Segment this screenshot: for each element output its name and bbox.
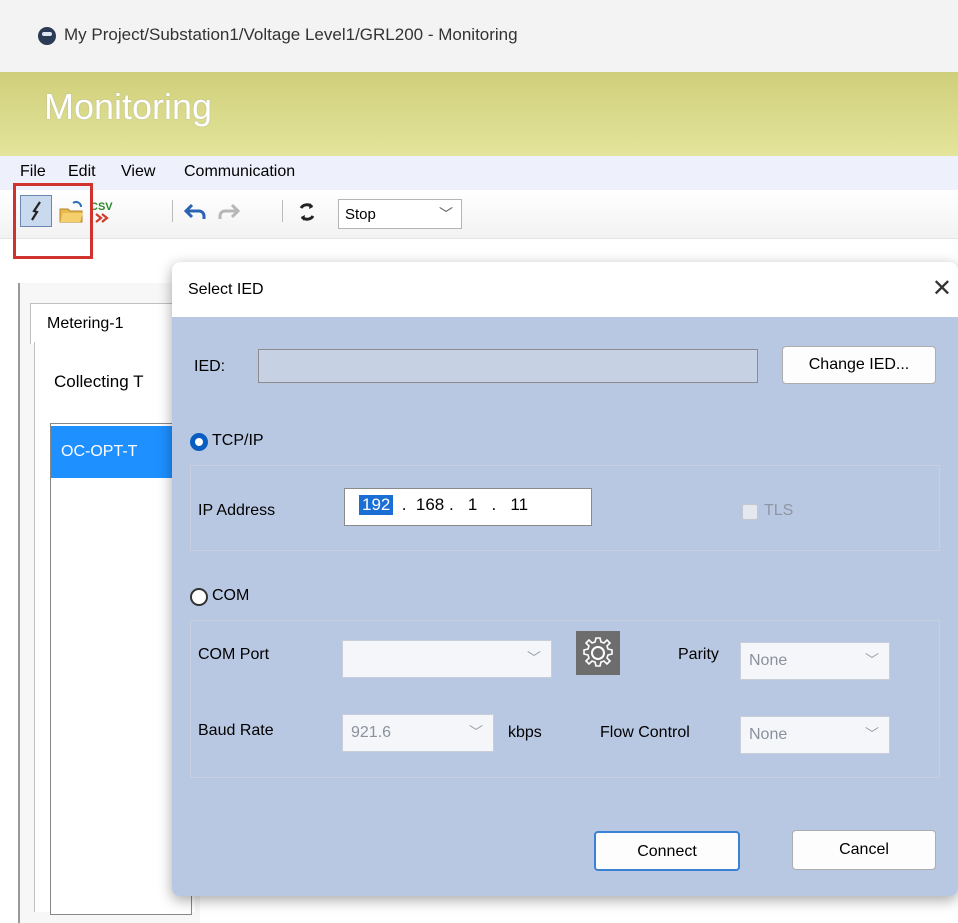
com-label: COM <box>212 587 250 604</box>
ip-octet-1: 192 <box>359 495 394 515</box>
close-icon[interactable]: ✕ <box>932 274 952 303</box>
mode-select-value: Stop <box>345 206 376 223</box>
list-item-label: OC-OPT-T <box>61 443 138 460</box>
mode-select[interactable]: Stop ﹀ <box>338 199 462 229</box>
tab-metering-1[interactable]: Metering-1 <box>30 303 192 344</box>
parity-value: None <box>749 652 788 669</box>
dialog-titlebar: Select IED ✕ <box>172 262 958 317</box>
tls-checkbox[interactable] <box>742 504 758 520</box>
parity-select[interactable]: None ﹀ <box>740 642 890 680</box>
com-radio[interactable] <box>190 588 208 606</box>
highlight-box <box>13 183 93 259</box>
svg-text:CSV: CSV <box>90 201 113 213</box>
menu-bar: File Edit View Communication <box>0 156 958 190</box>
baud-rate-select[interactable]: 921.6 ﹀ <box>342 714 494 752</box>
gear-icon[interactable] <box>576 631 620 675</box>
chevron-down-icon: ﹀ <box>865 652 879 668</box>
monitoring-banner: Monitoring <box>0 72 958 156</box>
refresh-icon[interactable] <box>294 198 320 226</box>
app-icon <box>38 27 56 45</box>
ip-address-label: IP Address <box>198 502 276 519</box>
toolbar: CSV <box>0 190 958 239</box>
chevron-down-icon: ﹀ <box>439 206 453 222</box>
menu-edit[interactable]: Edit <box>68 163 96 181</box>
dialog-title: Select IED <box>188 281 264 298</box>
cancel-button[interactable]: Cancel <box>792 830 936 870</box>
com-port-label: COM Port <box>198 646 270 663</box>
banner-heading: Monitoring <box>44 86 213 127</box>
window-title: My Project/Substation1/Voltage Level1/GR… <box>64 25 518 44</box>
baud-unit-label: kbps <box>508 724 542 741</box>
tcpip-label: TCP/IP <box>212 432 264 449</box>
menu-communication[interactable]: Communication <box>184 163 295 181</box>
ip-address-field[interactable]: 192 . 168 . 1 . 11 <box>344 488 592 526</box>
redo-icon[interactable] <box>216 198 242 226</box>
menu-file[interactable]: File <box>20 163 46 181</box>
flow-control-value: None <box>749 726 788 743</box>
flow-control-select[interactable]: None ﹀ <box>740 716 890 754</box>
parity-label: Parity <box>678 646 719 663</box>
undo-icon[interactable] <box>182 198 208 226</box>
window-titlebar: My Project/Substation1/Voltage Level1/GR… <box>0 0 958 72</box>
chevron-down-icon: ﹀ <box>469 724 483 740</box>
chevron-down-icon: ﹀ <box>527 650 541 666</box>
tcpip-radio[interactable] <box>190 433 208 451</box>
baud-rate-value: 921.6 <box>351 724 392 741</box>
flow-control-label: Flow Control <box>600 724 690 741</box>
tab-label: Metering-1 <box>47 315 124 332</box>
list-item[interactable]: OC-OPT-T <box>51 426 191 478</box>
change-ied-button[interactable]: Change IED... <box>782 346 936 384</box>
ied-field[interactable] <box>258 349 758 383</box>
ip-octets-rest: . 168 . 1 . 11 <box>397 495 529 514</box>
chevron-down-icon: ﹀ <box>865 726 879 742</box>
signal-list[interactable]: OC-OPT-T <box>50 423 192 915</box>
tls-label: TLS <box>764 502 794 519</box>
com-port-select[interactable]: ﹀ <box>342 640 552 678</box>
connect-button[interactable]: Connect <box>594 831 740 871</box>
collecting-text: Collecting T <box>54 372 144 391</box>
menu-view[interactable]: View <box>121 163 155 181</box>
select-ied-dialog: Select IED ✕ IED: Change IED... TCP/IP I… <box>172 262 958 896</box>
ied-label: IED: <box>194 358 226 375</box>
baud-rate-label: Baud Rate <box>198 722 274 739</box>
